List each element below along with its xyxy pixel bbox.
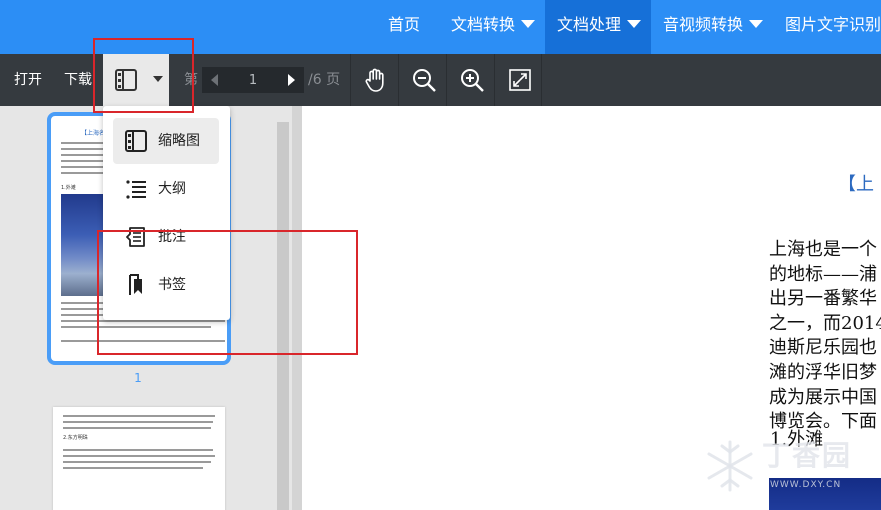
thumbnail-heading: 2.东方明珠 [63,435,88,441]
page-total-label: /6 页 [308,72,341,88]
chevron-right-icon [288,74,295,86]
nav-ocr[interactable]: 图片文字识别 [785,0,881,54]
watermark: 丁香园 WWW.DXY.CN [700,432,870,502]
annotation-box-toggle [93,38,194,113]
nav-doc-process[interactable]: 文档处理 [545,0,651,54]
nav-av-convert[interactable]: 音视频转换 [663,0,764,54]
chevron-down-icon [749,20,764,28]
zoom-in-icon [461,69,484,92]
pager [202,67,304,93]
fullscreen-icon [509,69,531,91]
chevron-down-icon [627,20,642,28]
zoom-out-button[interactable] [398,54,446,106]
menu-item-thumbnail[interactable]: 缩略图 [113,118,219,164]
thumbnail-icon [125,130,147,152]
zoom-in-button[interactable] [446,54,494,106]
nav-doc-convert[interactable]: 文档转换 [451,0,536,54]
hand-icon [365,68,384,92]
nav-home[interactable]: 首页 [388,0,420,54]
thumbnail-page-number: 1 [134,371,142,385]
page-number-input[interactable] [228,67,278,93]
snowflake-icon [707,440,753,492]
zoom-out-icon [413,69,436,92]
annotation-box-menu [97,230,358,355]
document-body: 上海也是一个 的地标——浦 出另一番繁华 之一，而2014 迪斯尼乐园也 滩的浮… [769,239,881,433]
prev-page-button[interactable] [202,67,228,93]
fullscreen-button[interactable] [494,54,542,106]
thumbnail-heading: 1.外滩 [61,185,76,191]
thumbnail-page-2[interactable]: 2.东方明珠 [53,407,225,510]
chevron-down-icon [521,20,536,28]
next-page-button[interactable] [278,67,304,93]
pan-tool-button[interactable] [350,54,398,106]
menu-item-outline[interactable]: 大纲 [113,166,219,212]
chevron-left-icon [211,74,218,86]
outline-icon [126,180,146,199]
download-button[interactable]: 下载 [64,54,92,106]
document-title: 【上 [838,174,874,195]
open-button[interactable]: 打开 [14,54,42,106]
